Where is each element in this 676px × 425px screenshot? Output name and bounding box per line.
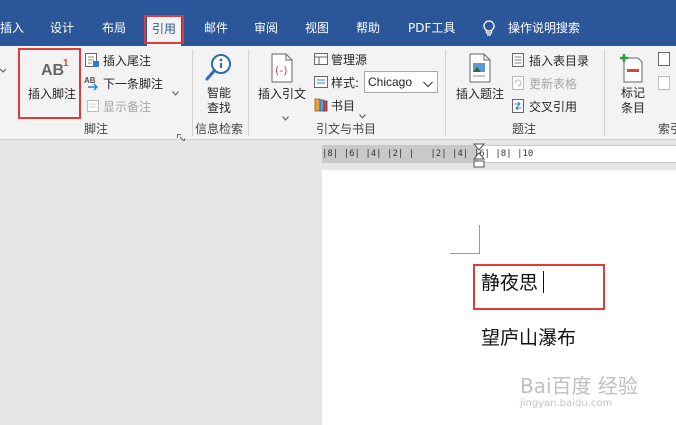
tab-insert[interactable]: 插入 xyxy=(0,16,24,40)
cross-reference-button[interactable]: 交叉引用 xyxy=(529,100,577,114)
lightbulb-icon xyxy=(482,20,496,42)
tab-view[interactable]: 视图 xyxy=(305,16,329,40)
chevron-down-icon xyxy=(0,58,7,77)
insert-endnote-button[interactable]: 插入尾注 xyxy=(103,54,151,68)
next-footnote-button[interactable]: 下一条脚注 xyxy=(103,77,163,91)
baidu-watermark: Bai百度 经验 xyxy=(520,374,638,398)
group-label-citations: 引文与书目 xyxy=(316,122,377,136)
svg-text:(-): (-) xyxy=(275,64,288,77)
smart-lookup-label-2[interactable]: 查找 xyxy=(207,101,231,115)
citation-style-select[interactable]: Chicago xyxy=(364,71,438,93)
cross-reference-icon xyxy=(511,98,525,118)
smart-lookup-icon xyxy=(204,52,234,88)
manage-sources-icon xyxy=(313,51,329,71)
baidu-watermark-url: jingyan.baidu.com xyxy=(520,398,613,409)
chevron-down-icon xyxy=(422,75,434,94)
tab-pdf-tools[interactable]: PDF工具 xyxy=(408,16,455,40)
next-footnote-icon: AB xyxy=(84,75,102,95)
insert-citation-icon: (-) xyxy=(268,52,296,88)
tab-help[interactable]: 帮助 xyxy=(356,16,380,40)
line-1-highlight xyxy=(473,264,605,310)
show-notes-icon xyxy=(86,98,100,117)
word-window: 插入 设计 布局 引用 邮件 审阅 视图 帮助 PDF工具 操作说明搜索 AB … xyxy=(0,0,676,425)
update-index-icon xyxy=(657,75,671,95)
insert-table-of-figures-button[interactable]: 插入表目录 xyxy=(529,54,589,68)
style-icon xyxy=(313,74,329,94)
style-label: 样式: xyxy=(331,76,360,90)
update-table-button[interactable]: 更新表格 xyxy=(529,77,577,91)
insert-footnote-highlight xyxy=(18,48,81,119)
insert-caption-button[interactable]: 插入题注 xyxy=(456,87,504,101)
citation-style-value: Chicago xyxy=(368,75,413,89)
indent-marker-icon[interactable] xyxy=(472,143,486,173)
tab-review[interactable]: 审阅 xyxy=(254,16,278,40)
tell-me-search[interactable]: 操作说明搜索 xyxy=(508,16,580,40)
show-notes-button[interactable]: 显示备注 xyxy=(103,100,151,114)
chevron-down-icon[interactable] xyxy=(282,106,289,125)
tab-layout[interactable]: 布局 xyxy=(102,16,126,40)
page-corner-mark xyxy=(450,253,480,254)
bibliography-button[interactable]: 书目 xyxy=(331,99,355,113)
insert-citation-button[interactable]: 插入引文 xyxy=(258,87,306,101)
group-separator xyxy=(192,50,193,136)
manage-sources-button[interactable]: 管理源 xyxy=(331,53,367,67)
mark-entry-label-2[interactable]: 条目 xyxy=(621,101,645,115)
insert-caption-icon xyxy=(468,52,492,88)
page-corner-mark xyxy=(479,225,480,254)
svg-text:AB: AB xyxy=(84,76,96,85)
tab-mailings[interactable]: 邮件 xyxy=(204,16,228,40)
mark-entry-label-1[interactable]: 标记 xyxy=(621,86,645,100)
update-table-icon xyxy=(511,75,525,95)
group-separator xyxy=(248,50,249,136)
bibliography-icon xyxy=(313,97,329,117)
ribbon-references: AB 1 插入脚注 插入尾注 AB 下一条脚注 显示备注 脚注 智能 查找 信息… xyxy=(0,46,676,142)
insert-index-icon xyxy=(657,51,671,71)
group-label-index: 索引 xyxy=(658,122,676,136)
group-label-research: 信息检索 xyxy=(195,122,244,136)
group-separator xyxy=(445,50,446,136)
horizontal-ruler[interactable]: |8| |6| |4| |2| | |2| |4| |6| |8| |10 xyxy=(322,145,676,163)
mark-entry-icon xyxy=(618,52,644,88)
ruler-ticks: |8| |6| |4| |2| | |2| |4| |6| |8| |10 xyxy=(322,149,534,159)
tab-design[interactable]: 设计 xyxy=(50,16,74,40)
table-of-figures-icon xyxy=(511,52,525,72)
document-line-2[interactable]: 望庐山瀑布 xyxy=(481,327,576,349)
chevron-down-icon[interactable] xyxy=(172,81,179,100)
chevron-down-icon[interactable] xyxy=(359,104,366,123)
insert-endnote-icon xyxy=(84,52,100,72)
group-label-captions: 题注 xyxy=(512,122,537,136)
group-label-footnotes: 脚注 xyxy=(84,122,109,136)
group-separator xyxy=(604,50,605,136)
references-tab-highlight xyxy=(144,15,184,44)
ribbon-tab-bar: 插入 设计 布局 引用 邮件 审阅 视图 帮助 PDF工具 操作说明搜索 xyxy=(0,0,676,46)
smart-lookup-label-1[interactable]: 智能 xyxy=(207,86,231,100)
